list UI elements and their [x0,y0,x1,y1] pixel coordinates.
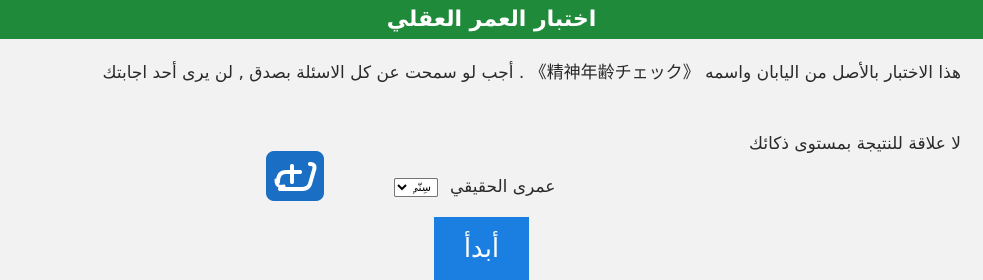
age-select[interactable]: سِنّي [394,177,438,197]
age-row: عمرى الحقيقي سِنّي [394,175,555,199]
age-label: عمرى الحقيقي [450,177,556,197]
logo-glyph-icon [274,162,317,191]
start-button[interactable]: أبدأ [434,217,529,280]
disclaimer-note: لا علاقة للنتيجة بمستوى ذكائك [749,134,961,154]
page-header: اختبار العمر العقلي [0,0,983,39]
page-title: اختبار العمر العقلي [386,7,597,32]
intro-paragraph: هذا الاختبار بالأصل من اليابان واسمه 《精神… [102,63,961,83]
almrsal-logo-icon [266,151,324,201]
